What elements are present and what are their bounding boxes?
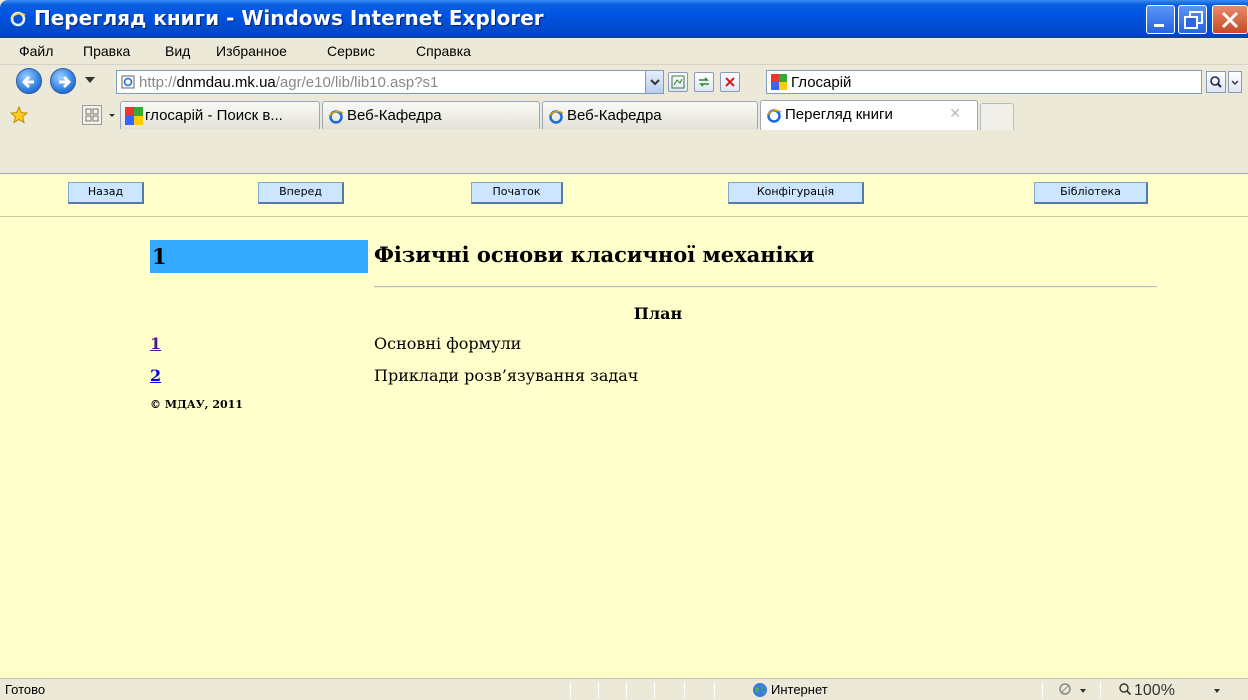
minimize-icon [1154, 24, 1164, 27]
google-icon [125, 107, 143, 125]
tab-close-icon[interactable]: ✕ [949, 106, 961, 122]
new-tab-button[interactable] [980, 103, 1014, 130]
chevron-down-icon [650, 79, 660, 86]
search-options-button[interactable] [1228, 71, 1242, 93]
address-url[interactable]: http://dnmdau.mk.ua/agr/e10/lib/lib10.as… [139, 74, 438, 91]
tab-web-kafedra-2[interactable]: Веб-Кафедра [542, 101, 758, 129]
copyright: © МДАУ, 2011 [150, 398, 243, 411]
zoom-magnifier-icon[interactable] [1118, 682, 1132, 696]
tab-label: Веб-Кафедра [567, 107, 662, 124]
back-arrow-icon [21, 75, 34, 89]
chapter-number: 1 [150, 240, 368, 273]
menu-edit[interactable]: Правка [83, 43, 130, 59]
menu-tools[interactable]: Сервис [327, 43, 375, 59]
tab-label: Перегляд книги [785, 106, 893, 123]
menu-file[interactable]: Файл [19, 43, 53, 59]
compatibility-view-button[interactable] [668, 72, 688, 92]
compatibility-icon [671, 75, 685, 89]
forward-arrow-icon [59, 75, 72, 89]
quick-tabs-icon [85, 108, 99, 122]
status-separator [598, 682, 599, 698]
nav-forward-button[interactable]: Вперед [258, 182, 344, 204]
search-input[interactable]: Глосарій [766, 70, 1202, 94]
tab-label: Веб-Кафедра [347, 107, 442, 124]
minimize-button[interactable] [1146, 5, 1175, 34]
chevron-down-icon [1231, 80, 1239, 85]
close-button[interactable] [1212, 5, 1248, 34]
tab-glossary-search[interactable]: глосарій - Поиск в... [120, 101, 320, 129]
url-path: /agr/e10/lib/lib10.asp?s1 [275, 74, 439, 91]
menu-bar: Файл Правка Вид Избранное Сервис Справка [0, 38, 1248, 65]
page-ie-icon [121, 75, 135, 89]
back-button[interactable] [16, 68, 42, 94]
toc-link-2[interactable]: 2 [150, 366, 161, 385]
forward-button[interactable] [50, 68, 76, 94]
nav-back-button[interactable]: Назад [68, 182, 144, 204]
stop-button[interactable] [720, 72, 740, 92]
address-toolbar: http://dnmdau.mk.ua/agr/e10/lib/lib10.as… [0, 65, 1248, 99]
restore-icon [1184, 11, 1203, 29]
search-icon [1210, 76, 1222, 88]
menu-help[interactable]: Справка [416, 43, 471, 59]
address-bar[interactable]: http://dnmdau.mk.ua/agr/e10/lib/lib10.as… [116, 70, 664, 94]
menu-view[interactable]: Вид [165, 43, 190, 59]
quick-tabs-button[interactable] [82, 105, 102, 125]
restore-button[interactable] [1178, 5, 1207, 34]
favorites-star-icon[interactable] [10, 106, 28, 124]
zoom-level[interactable]: 100% [1134, 682, 1175, 700]
status-separator [714, 682, 715, 698]
nav-start-button[interactable]: Початок [471, 182, 563, 204]
status-separator [570, 682, 571, 698]
status-text: Готово [5, 682, 46, 697]
internet-explorer-icon [766, 109, 782, 123]
address-dropdown-button[interactable] [645, 71, 663, 93]
refresh-icon [699, 77, 709, 87]
search-button[interactable] [1206, 71, 1226, 93]
internet-explorer-icon [548, 110, 564, 124]
toc-title-2: Приклади розв’язування задач [374, 366, 639, 385]
google-icon [771, 74, 787, 90]
plan-heading: План [633, 304, 683, 323]
status-separator [1100, 682, 1101, 698]
menu-favorites[interactable]: Избранное [216, 43, 287, 59]
tab-book-view[interactable]: Перегляд книги ✕ [760, 100, 978, 130]
tab-label: глосарій - Поиск в... [145, 107, 283, 124]
book-navigation-bar: Назад Вперед Початок Конфігурація Бібліо… [0, 174, 1248, 217]
tab-web-kafedra-1[interactable]: Веб-Кафедра [322, 101, 540, 129]
status-bar: Готово Интернет 100% [0, 678, 1248, 700]
status-separator [684, 682, 685, 698]
status-separator [626, 682, 627, 698]
toc-link-1[interactable]: 1 [150, 334, 161, 353]
internet-zone-globe-icon [753, 683, 767, 697]
chapter-title: Фізичні основи класичної механіки [374, 242, 815, 267]
url-host: dnmdau.mk.ua [176, 74, 276, 91]
page-content: Назад Вперед Початок Конфігурація Бібліо… [0, 174, 1248, 678]
security-zone-label[interactable]: Интернет [771, 682, 828, 697]
stop-icon [725, 77, 735, 87]
status-separator [1042, 682, 1043, 698]
nav-library-button[interactable]: Бібліотека [1034, 182, 1148, 204]
zoom-dropdown-icon[interactable] [1214, 689, 1220, 693]
internet-explorer-icon [10, 11, 26, 27]
window-title: Перегляд книги - Windows Internet Explor… [34, 6, 544, 30]
url-scheme: http:// [139, 74, 177, 91]
tab-list-dropdown-icon[interactable] [108, 107, 116, 123]
internet-explorer-icon [328, 110, 344, 124]
nav-configuration-button[interactable]: Конфігурація [728, 182, 864, 204]
protected-mode-dropdown-icon[interactable] [1080, 689, 1086, 693]
tab-row: глосарій - Поиск в... Веб-Кафедра Веб-Ка… [0, 99, 1248, 174]
chapter-rule [374, 286, 1157, 288]
search-value: Глосарій [791, 74, 852, 91]
navbar-divider [0, 216, 1248, 217]
window-titlebar[interactable]: Перегляд книги - Windows Internet Explor… [0, 0, 1248, 38]
history-dropdown-icon[interactable] [85, 77, 95, 83]
close-icon [1221, 11, 1239, 29]
protected-mode-icon[interactable] [1058, 682, 1072, 696]
refresh-button[interactable] [694, 72, 714, 92]
toc-title-1: Основні формули [374, 334, 522, 353]
status-separator [654, 682, 655, 698]
